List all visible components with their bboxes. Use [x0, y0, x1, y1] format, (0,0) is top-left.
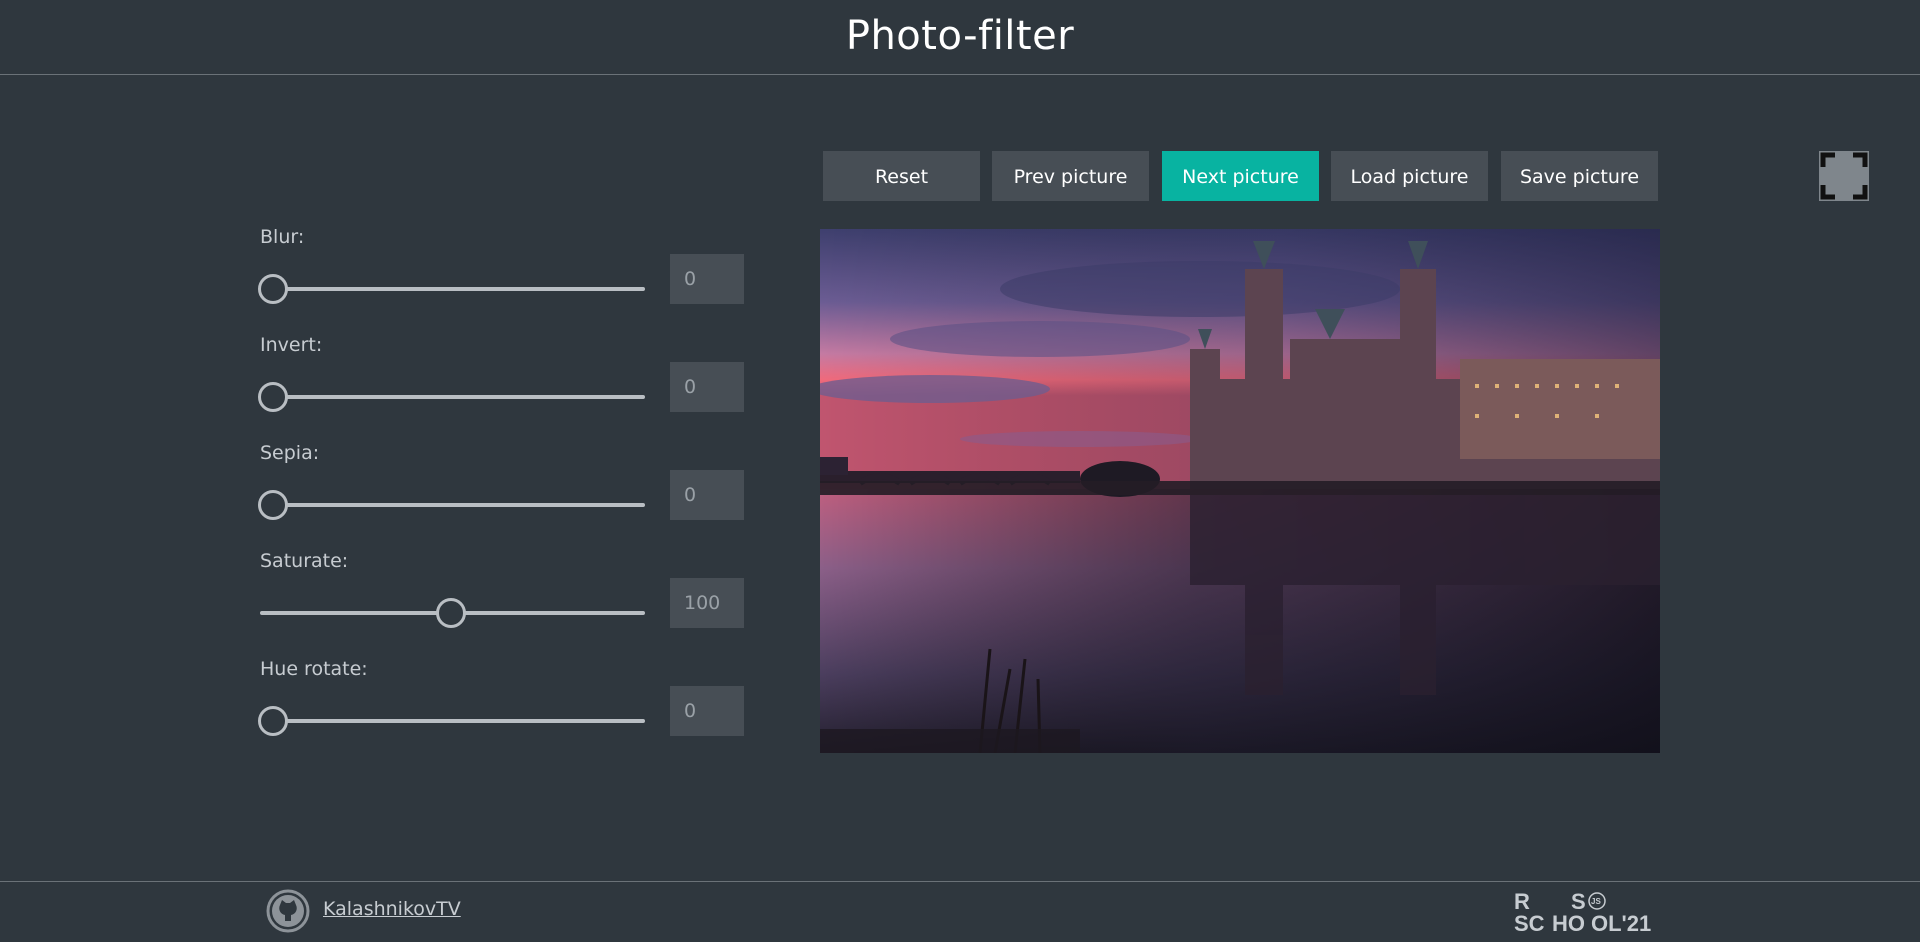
page-footer: KalashnikovTV R S SC HO OL'21 JS [0, 881, 1920, 942]
slider-thumb[interactable] [258, 382, 288, 412]
page-header: Photo-filter [0, 0, 1920, 75]
filters-panel: Blur: 0 Invert: 0 Sepia: 0 Saturate: 100… [258, 222, 744, 762]
logo-sc: SC [1514, 911, 1545, 933]
rs-school-logo-image: R S SC HO OL'21 JS [1514, 889, 1651, 936]
next-picture-button[interactable]: Next picture [1162, 151, 1319, 201]
blur-value: 0 [670, 254, 744, 304]
reset-button[interactable]: Reset [823, 151, 980, 201]
filter-label-sepia: Sepia: [260, 442, 320, 464]
filter-label-saturate: Saturate: [260, 550, 349, 572]
photo-image [820, 229, 1660, 753]
rs-school-logo[interactable]: R S SC HO OL'21 JS [1514, 889, 1654, 936]
blur-slider[interactable] [258, 274, 645, 304]
github-link[interactable] [266, 889, 310, 933]
slider-track [260, 503, 645, 507]
slider-thumb[interactable] [258, 274, 288, 304]
author-link[interactable]: KalashnikovTV [323, 898, 461, 920]
save-picture-button[interactable]: Save picture [1501, 151, 1658, 201]
slider-thumb[interactable] [435, 598, 466, 628]
slider-track [260, 395, 645, 399]
invert-slider[interactable] [258, 382, 645, 412]
slider-thumb[interactable] [258, 706, 288, 736]
hue-rotate-value: 0 [670, 686, 744, 736]
saturate-slider[interactable] [260, 598, 645, 628]
filter-invert: Invert: 0 [258, 330, 744, 438]
logo-ol: OL'21 [1591, 911, 1651, 933]
slider-track [260, 719, 645, 723]
saturate-value: 100 [670, 578, 744, 628]
prev-picture-button[interactable]: Prev picture [992, 151, 1149, 201]
editor-photo [820, 229, 1660, 753]
filter-hue-rotate: Hue rotate: 0 [258, 654, 744, 762]
sepia-slider[interactable] [258, 490, 645, 520]
filter-blur: Blur: 0 [258, 222, 744, 330]
logo-js: JS [1591, 897, 1601, 906]
github-icon [266, 889, 310, 933]
filter-label-blur: Blur: [260, 226, 305, 248]
page-title: Photo-filter [845, 13, 1075, 59]
slider-thumb[interactable] [258, 490, 288, 520]
filter-label-invert: Invert: [260, 334, 323, 356]
filter-saturate: Saturate: 100 [260, 546, 744, 654]
fullscreen-button[interactable] [1819, 151, 1869, 201]
fullscreen-icon [1820, 152, 1868, 200]
hue-rotate-slider[interactable] [258, 706, 645, 736]
load-picture-button[interactable]: Load picture [1331, 151, 1488, 201]
filter-label-hue-rotate: Hue rotate: [260, 658, 368, 680]
logo-ho: HO [1552, 911, 1585, 933]
sepia-value: 0 [670, 470, 744, 520]
filter-sepia: Sepia: 0 [258, 438, 744, 546]
invert-value: 0 [670, 362, 744, 412]
slider-track [260, 287, 645, 291]
